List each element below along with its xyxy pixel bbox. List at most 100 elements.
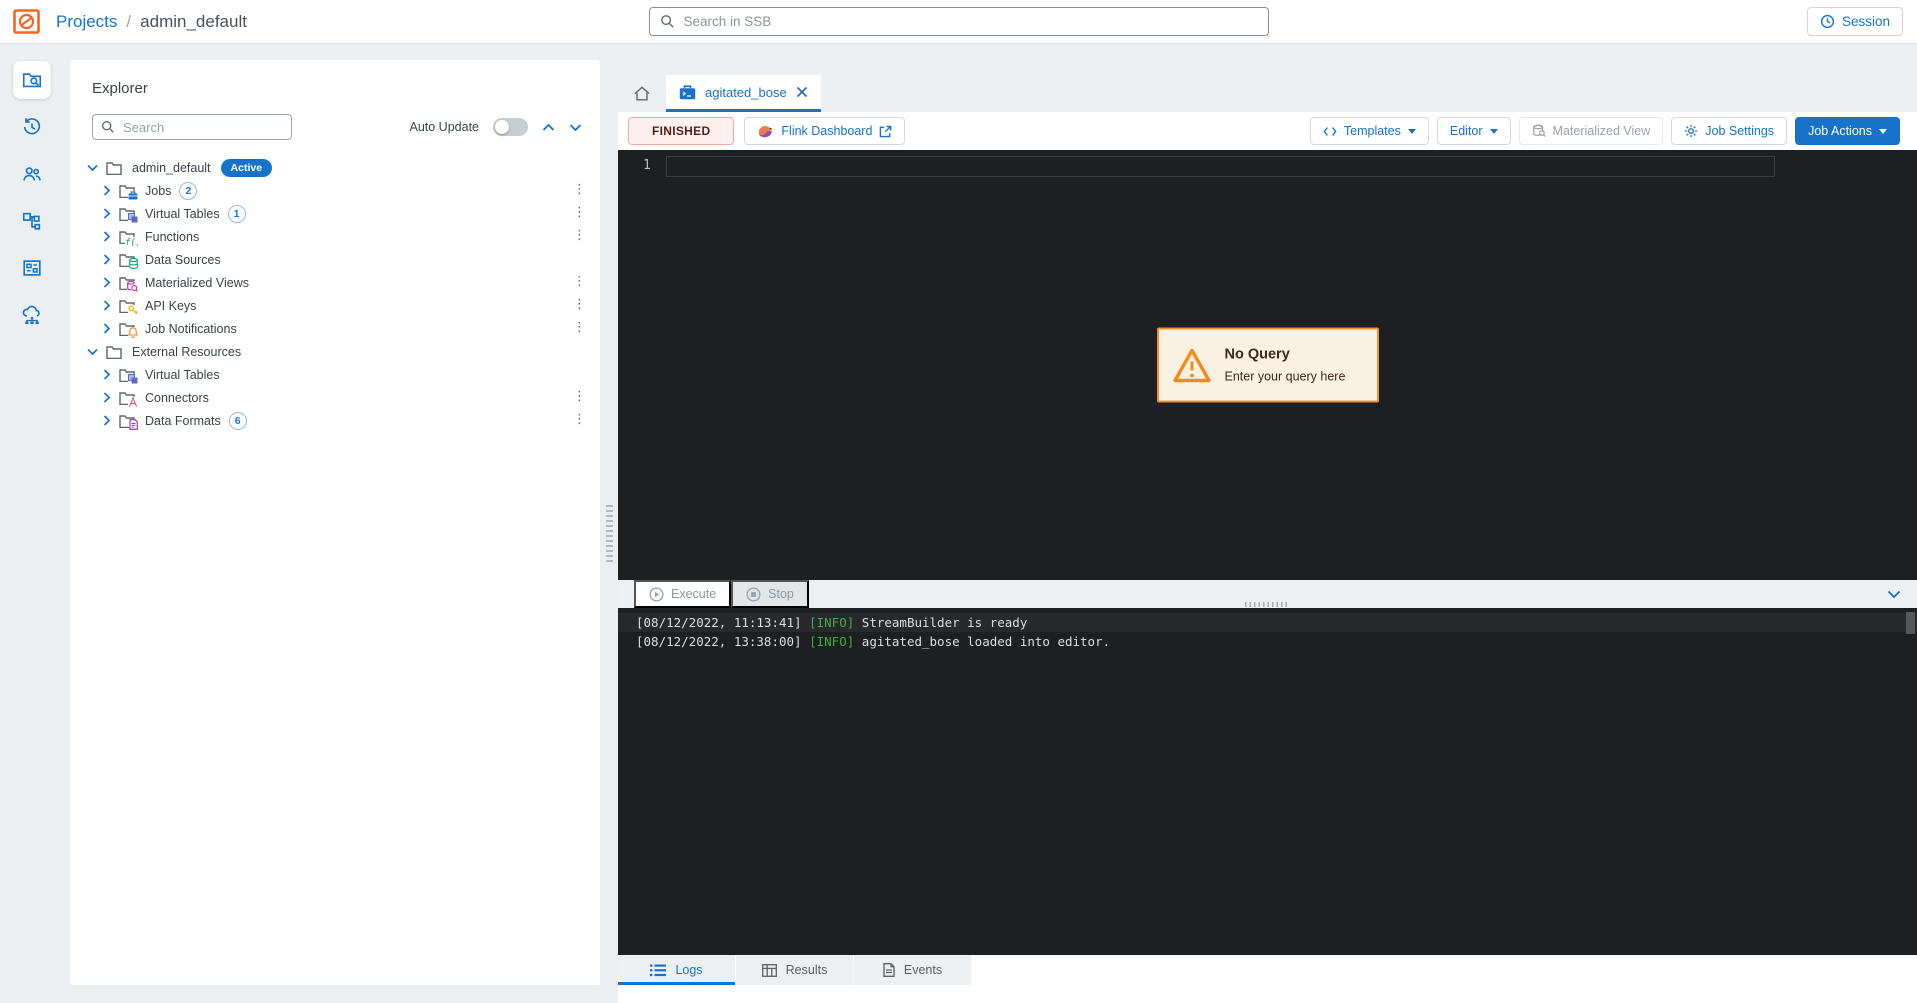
kebab-menu-icon[interactable]: ⋮ [573, 205, 586, 220]
log-message: StreamBuilder is ready [854, 615, 1027, 630]
ssb-logo[interactable] [13, 9, 40, 34]
execute-label: Execute [671, 587, 716, 601]
flow-icon [21, 210, 43, 232]
tree-item-label: Functions [145, 230, 199, 244]
log-line: [08/12/2022, 11:13:41] [INFO] StreamBuil… [618, 613, 1917, 632]
rail-dashboard-button[interactable] [13, 249, 51, 287]
tree-item-data-formats[interactable]: Data Formats6⋮ [70, 409, 600, 432]
auto-update-toggle[interactable] [493, 118, 528, 136]
chevron-right-icon[interactable] [103, 231, 111, 242]
tree-item-jobs[interactable]: Jobs2⋮ [70, 179, 600, 202]
tree-item-label: Jobs [145, 184, 171, 198]
bottom-tab-events[interactable]: Events [854, 955, 971, 985]
chevron-down-icon[interactable] [87, 164, 98, 172]
flink-dashboard-button[interactable]: Flink Dashboard [744, 117, 905, 145]
job-toolbar: FINISHED Flink Dashboard Templates Edito… [618, 112, 1917, 150]
rail-flow-button[interactable] [13, 202, 51, 240]
kebab-menu-icon[interactable]: ⋮ [573, 320, 586, 335]
tree-item-materialized-views[interactable]: Materialized Views⋮ [70, 271, 600, 294]
sql-editor[interactable]: 1 No Query Enter your query here [618, 150, 1917, 580]
materialized-view-icon [1532, 124, 1546, 138]
tree-item-admin-default[interactable]: admin_default Active [70, 156, 600, 179]
execute-button[interactable]: Execute [634, 580, 731, 608]
chevron-right-icon[interactable] [103, 415, 111, 426]
explorer-search-input[interactable] [123, 120, 283, 135]
session-button[interactable]: Session [1807, 7, 1903, 36]
chevron-right-icon[interactable] [103, 277, 111, 288]
tree-item-virtual-tables[interactable]: Virtual Tables [70, 363, 600, 386]
chevron-right-icon[interactable] [103, 323, 111, 334]
rail-explorer-button[interactable] [13, 61, 51, 99]
chevron-right-icon[interactable] [103, 254, 111, 265]
explorer-panel: Explorer Auto Update admin_defaultActive… [70, 60, 600, 985]
rail-history-button[interactable] [13, 108, 51, 146]
tree-item-external-resources[interactable]: External Resources [70, 340, 600, 363]
kebab-menu-icon[interactable]: ⋮ [573, 297, 586, 312]
kebab-menu-icon[interactable]: ⋮ [573, 412, 586, 427]
breadcrumb-projects-link[interactable]: Projects [56, 12, 117, 32]
job-settings-label: Job Settings [1705, 124, 1774, 138]
status-badge: FINISHED [628, 117, 734, 145]
chevron-up-icon[interactable] [542, 123, 555, 132]
templates-button[interactable]: Templates [1310, 117, 1429, 145]
tree-item-connectors[interactable]: Connectors⋮ [70, 386, 600, 409]
chevron-down-icon[interactable] [569, 123, 582, 132]
tab-agitated-bose[interactable]: agitated_bose [666, 75, 821, 112]
bottom-tab-logs[interactable]: Logs [618, 955, 735, 985]
rail-users-button[interactable] [13, 155, 51, 193]
kebab-menu-icon[interactable]: ⋮ [573, 182, 586, 197]
global-search-input[interactable] [684, 14, 1258, 29]
close-icon[interactable] [796, 86, 808, 98]
tree-item-label: Virtual Tables [145, 368, 220, 382]
tree-item-data-sources[interactable]: Data Sources [70, 248, 600, 271]
chevron-right-icon[interactable] [103, 300, 111, 311]
job-actions-button[interactable]: Job Actions [1795, 117, 1900, 145]
log-scrollbar-thumb[interactable] [1906, 612, 1915, 634]
collapse-editor-chevron-icon[interactable] [1887, 590, 1901, 599]
log-timestamp: [08/12/2022, 11:13:41] [636, 615, 802, 630]
logs-resize-handle[interactable] [1245, 602, 1289, 607]
chevron-right-icon[interactable] [103, 392, 111, 403]
chevron-right-icon[interactable] [103, 208, 111, 219]
no-query-text: No Query Enter your query here [1225, 347, 1346, 384]
rail-cloud-network-button[interactable] [13, 296, 51, 334]
tree-item-api-keys[interactable]: API Keys⋮ [70, 294, 600, 317]
explorer-title: Explorer [92, 80, 600, 97]
chevron-down-icon[interactable] [87, 348, 98, 356]
chevron-right-icon[interactable] [103, 369, 111, 380]
active-badge: Active [221, 159, 273, 177]
tree-item-label: admin_default [132, 161, 211, 175]
job-settings-button[interactable]: Job Settings [1671, 117, 1787, 145]
bottom-tab-area: LogsResultsEvents [618, 955, 1917, 1003]
folder-icon [119, 252, 136, 267]
kebab-menu-icon[interactable]: ⋮ [573, 228, 586, 243]
tree-item-job-notifications[interactable]: Job Notifications⋮ [70, 317, 600, 340]
explorer-tree: admin_default Active Jobs2⋮Virtual Tables1… [70, 156, 600, 432]
tree-item-functions[interactable]: f()Functions⋮ [70, 225, 600, 248]
folder-icon [119, 321, 136, 336]
tab-home[interactable] [618, 75, 666, 112]
editor-current-line [666, 156, 1775, 177]
explorer-search[interactable] [92, 114, 292, 140]
global-search[interactable] [649, 7, 1269, 36]
stop-button[interactable]: Stop [731, 580, 809, 608]
kebab-menu-icon[interactable]: ⋮ [573, 274, 586, 289]
virtual-table-icon [128, 213, 138, 223]
panel-resize-handle[interactable] [606, 505, 613, 563]
bottom-tabs: LogsResultsEvents [618, 955, 1917, 985]
caret-down-icon [1408, 129, 1416, 134]
tree-item-label: External Resources [132, 345, 241, 359]
flink-dashboard-label: Flink Dashboard [781, 124, 872, 138]
materialized-view-button[interactable]: Materialized View [1519, 117, 1664, 145]
log-scrollbar[interactable] [1905, 610, 1915, 950]
job-actions-label: Job Actions [1808, 124, 1872, 138]
toolbar-right-group: Templates Editor Materialized View Job S… [1310, 117, 1907, 145]
editor-button[interactable]: Editor [1437, 117, 1511, 145]
jobs-icon [128, 191, 138, 200]
chevron-right-icon[interactable] [103, 185, 111, 196]
folder-icon [106, 344, 123, 359]
kebab-menu-icon[interactable]: ⋮ [573, 389, 586, 404]
bottom-tab-results[interactable]: Results [736, 955, 853, 985]
tree-item-virtual-tables[interactable]: Virtual Tables1⋮ [70, 202, 600, 225]
folder-icon [106, 160, 123, 175]
